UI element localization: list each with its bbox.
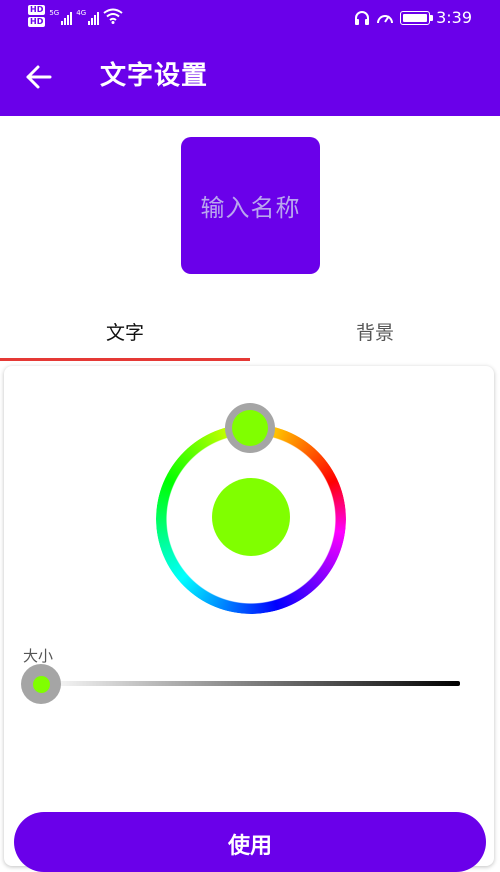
signal-icon: 5G (49, 9, 73, 25)
use-button-label: 使用 (227, 834, 272, 859)
tab-indicator (0, 358, 250, 361)
size-slider-track[interactable] (40, 681, 460, 686)
app-bar: 文字设置 (0, 36, 500, 116)
preview-placeholder: 输入名称 (200, 194, 301, 222)
size-slider-thumb[interactable] (21, 664, 61, 704)
signal-icon: 4G (76, 9, 100, 25)
selected-color-swatch[interactable] (212, 478, 290, 556)
use-button[interactable]: 使用 (14, 812, 486, 872)
network-type: 4G (76, 9, 87, 17)
hd-badge: HD (28, 5, 46, 15)
back-button[interactable] (22, 60, 56, 94)
headphone-icon (355, 11, 370, 25)
network-type: 5G (49, 9, 60, 17)
status-time: 3:39 (436, 8, 472, 27)
tab-text[interactable]: 文字 (0, 306, 250, 362)
tab-background[interactable]: 背景 (250, 306, 500, 362)
arrow-left-icon (26, 65, 52, 89)
wifi-icon (103, 8, 123, 24)
hd-badges: HD HD (28, 5, 46, 27)
color-wheel-handle[interactable] (225, 403, 275, 453)
size-label: 大小 (23, 647, 54, 665)
slider-thumb-swatch (32, 675, 50, 693)
battery-icon (400, 11, 434, 25)
speedometer-icon (377, 15, 394, 24)
hd-badge: HD (28, 17, 46, 27)
page-title: 文字设置 (100, 61, 209, 91)
text-preview[interactable]: 输入名称 (181, 137, 320, 274)
tab-label: 背景 (355, 322, 394, 344)
status-left: HD HD 5G 4G (28, 5, 123, 27)
status-right: 3:39 (354, 8, 472, 28)
tab-bar: 文字 背景 (0, 306, 500, 362)
tab-label: 文字 (105, 322, 144, 344)
color-handle-swatch (232, 410, 268, 446)
status-bar: HD HD 5G 4G 3:39 (0, 0, 500, 36)
